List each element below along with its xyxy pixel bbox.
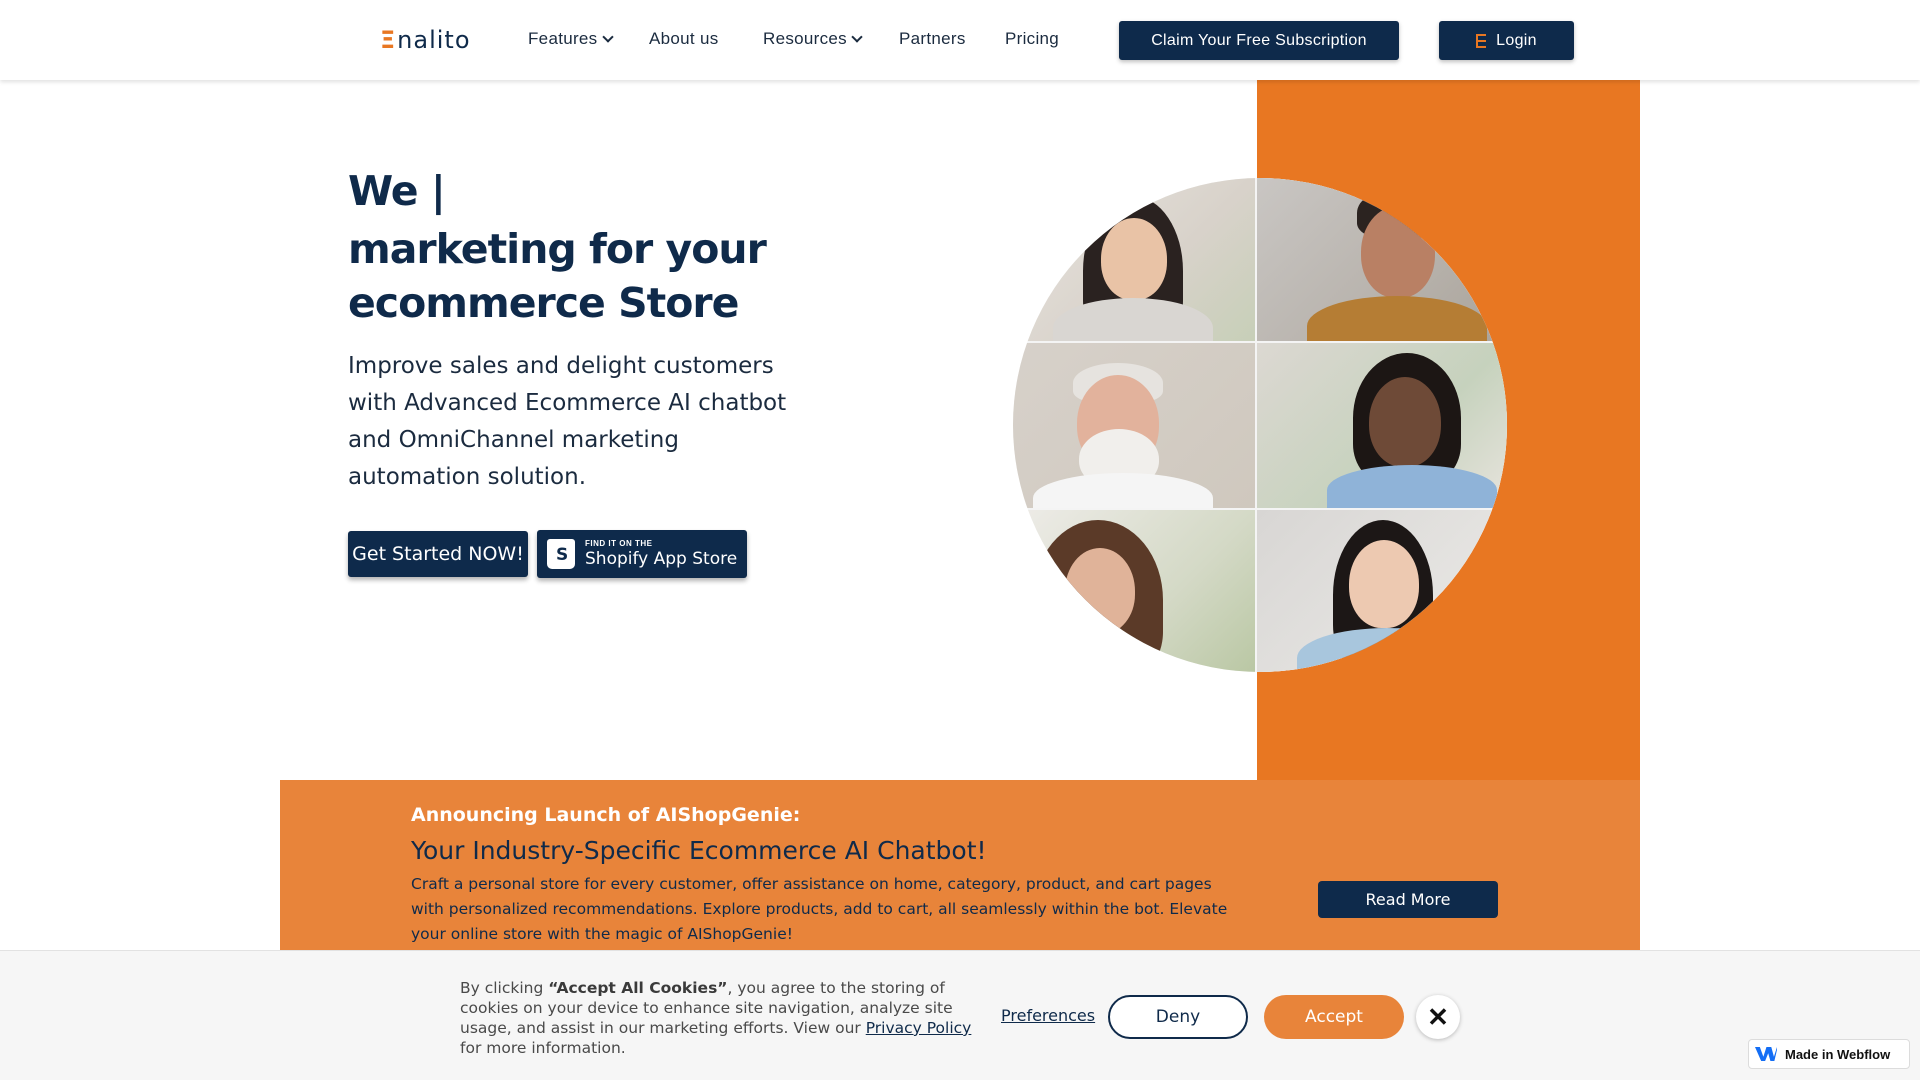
hero-subtitle: Improve sales and delight customers with… xyxy=(348,353,787,490)
collage-grid xyxy=(1013,178,1507,672)
claim-subscription-label: Claim Your Free Subscription xyxy=(1151,31,1367,49)
accept-button[interactable]: Accept xyxy=(1264,995,1404,1039)
hero-title: We | marketing for your ecommerce Store xyxy=(348,164,868,330)
nav-features[interactable]: Features xyxy=(528,29,614,49)
login-button[interactable]: Login xyxy=(1439,21,1574,60)
logo-text: nalito xyxy=(397,26,471,54)
close-icon: ✕ xyxy=(1427,1001,1449,1032)
cookie-prefix: By clicking xyxy=(460,979,549,997)
nav-resources-label: Resources xyxy=(763,29,847,48)
nav-resources[interactable]: Resources xyxy=(763,29,863,49)
accept-label: Accept xyxy=(1305,1007,1363,1027)
shopify-big-label: Shopify App Store xyxy=(585,549,738,569)
photo-man-1 xyxy=(1257,178,1507,341)
logo-mark: Ξ xyxy=(380,26,397,54)
cookie-suffix: for more information. xyxy=(460,1039,626,1057)
announcement-title: Your Industry-Specific Ecommerce AI Chat… xyxy=(411,836,987,865)
photo-woman-2 xyxy=(1257,343,1507,508)
claim-subscription-button[interactable]: Claim Your Free Subscription xyxy=(1119,21,1399,60)
shopify-bag-icon xyxy=(547,539,575,569)
chevron-down-icon xyxy=(851,31,863,43)
nav-about-label: About us xyxy=(649,29,719,48)
photo-woman-4 xyxy=(1257,510,1507,672)
webflow-logo-icon xyxy=(1755,1047,1777,1061)
webflow-badge-label: Made in Webflow xyxy=(1785,1046,1891,1062)
read-more-button[interactable]: Read More xyxy=(1318,881,1498,918)
cookie-message: By clicking “Accept All Cookies”, you ag… xyxy=(460,978,980,1058)
announcement-body: Craft a personal store for every custome… xyxy=(411,875,1228,943)
get-started-button[interactable]: Get Started NOW! xyxy=(348,531,528,577)
announcement-kicker: Announcing Launch of AIShopGenie: xyxy=(411,804,801,826)
login-icon xyxy=(1476,33,1487,48)
enalito-logo[interactable]: Ξnalito xyxy=(380,26,471,54)
shopify-text: FIND IT ON THE Shopify App Store xyxy=(585,540,737,568)
nav-features-label: Features xyxy=(528,29,598,48)
photo-woman-3 xyxy=(1013,510,1255,672)
nav-about-us[interactable]: About us xyxy=(649,29,719,49)
preferences-link[interactable]: Preferences xyxy=(1001,1006,1095,1025)
privacy-policy-link[interactable]: Privacy Policy xyxy=(866,1019,972,1037)
nav-partners[interactable]: Partners xyxy=(899,29,966,49)
nav-partners-label: Partners xyxy=(899,29,966,48)
top-navbar: Ξnalito Features About us Resources Part… xyxy=(0,0,1920,80)
photo-older-man xyxy=(1013,343,1255,508)
get-started-label: Get Started NOW! xyxy=(352,543,524,565)
cookie-accept-all-text: “Accept All Cookies” xyxy=(548,979,728,997)
deny-label: Deny xyxy=(1155,1007,1201,1027)
made-in-webflow-badge[interactable]: Made in Webflow xyxy=(1748,1039,1910,1069)
deny-button[interactable]: Deny xyxy=(1108,995,1248,1039)
read-more-label: Read More xyxy=(1365,890,1451,909)
hero-title-line1: We | xyxy=(348,167,446,215)
customer-faces-collage xyxy=(1013,178,1507,672)
photo-woman-1 xyxy=(1013,178,1255,341)
announcement-banner: Announcing Launch of AIShopGenie: Your I… xyxy=(280,780,1640,950)
shopify-app-store-button[interactable]: FIND IT ON THE Shopify App Store xyxy=(537,530,747,578)
nav-pricing-label: Pricing xyxy=(1005,29,1060,48)
hero-title-line2: marketing for your ecommerce Store xyxy=(348,225,767,327)
close-cookie-button[interactable]: ✕ xyxy=(1416,995,1460,1039)
nav-pricing[interactable]: Pricing xyxy=(1005,29,1059,49)
shopify-small-label: FIND IT ON THE xyxy=(585,539,653,548)
login-label: Login xyxy=(1496,31,1537,49)
cookie-consent-bar: By clicking “Accept All Cookies”, you ag… xyxy=(0,950,1920,1080)
chevron-down-icon xyxy=(601,31,614,43)
